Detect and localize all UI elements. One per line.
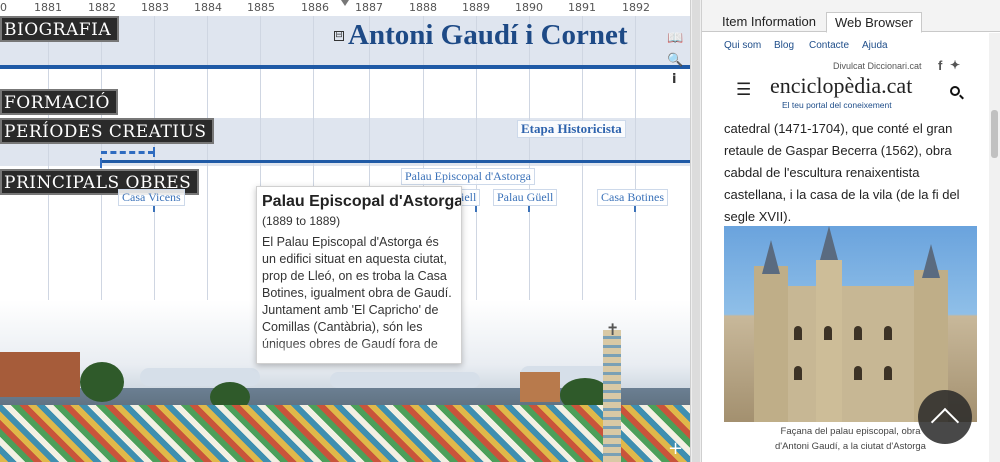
current-date-marker[interactable] xyxy=(341,0,349,6)
ruler-year: 1892 xyxy=(622,1,650,14)
biografia-span-bar xyxy=(0,65,690,69)
work-casa-botines[interactable]: Casa Botines xyxy=(597,189,668,206)
ruler-year: 1891 xyxy=(568,1,596,14)
article-line: castellana, i la casa de la vila (de la … xyxy=(724,187,960,202)
info-icon[interactable]: i xyxy=(672,72,676,87)
ruler-year: 1886 xyxy=(301,1,329,14)
work-palau-guell[interactable]: Palau Güell xyxy=(493,189,558,206)
article-text: catedral (1471-1704), que conté el gran … xyxy=(724,118,986,228)
castle-spire xyxy=(820,226,838,260)
castle-tower xyxy=(816,260,842,422)
castle-window xyxy=(854,326,862,340)
search-icon[interactable] xyxy=(950,86,960,96)
castle-tower xyxy=(754,266,788,422)
mosaic-tower xyxy=(603,330,621,462)
ruler-year: 0 xyxy=(0,1,7,14)
book-icon[interactable]: 📖 xyxy=(667,31,683,46)
event-popup[interactable]: Palau Episcopal d'Astorga (1889 to 1889)… xyxy=(256,186,462,364)
gridline xyxy=(207,16,208,336)
ruler-year: 1889 xyxy=(462,1,490,14)
panorama-mosaic xyxy=(0,405,690,462)
site-logo[interactable]: enciclopèdia.cat xyxy=(770,73,912,99)
ruler-year: 1887 xyxy=(355,1,383,14)
cloud xyxy=(140,368,260,386)
timeline-scrollbar[interactable] xyxy=(692,0,700,462)
timeline-view[interactable]: 0 1881 1882 1883 1884 1885 1886 1887 188… xyxy=(0,0,690,462)
work-casa-vicens[interactable]: Casa Vicens xyxy=(118,189,185,206)
castle-window xyxy=(884,326,892,340)
search-icon[interactable]: 🔍 xyxy=(667,53,683,68)
work-stem xyxy=(153,206,155,212)
ruler-year: 1883 xyxy=(141,1,169,14)
nav-link-blog[interactable]: Blog xyxy=(774,40,794,51)
article-line: retaule de Gaspar Becerra (1562), obra xyxy=(724,143,952,158)
year-ruler[interactable]: 0 1881 1882 1883 1884 1885 1886 1887 188… xyxy=(0,0,690,16)
work-stem xyxy=(475,206,477,212)
tab-item-information[interactable]: Item Information xyxy=(714,12,824,33)
article-line: cabdal de l'escultura renaixentista xyxy=(724,165,920,180)
site-tagline: El teu portal del coneixement xyxy=(782,100,892,110)
timeline-title: Antoni Gaudí i Cornet xyxy=(348,19,628,51)
ruler-year: 1888 xyxy=(409,1,437,14)
section-label-periodes[interactable]: PERÍODES CREATIUS xyxy=(0,118,215,144)
ruler-year: 1890 xyxy=(515,1,543,14)
period-tick xyxy=(100,158,102,168)
nav-link-ajuda[interactable]: Ajuda xyxy=(862,40,888,51)
period-dashed-bar xyxy=(101,151,154,154)
cross-icon: ✝ xyxy=(606,320,620,339)
castle-spire xyxy=(922,244,940,278)
browser-scrollbar-thumb[interactable] xyxy=(991,110,998,158)
popup-fade xyxy=(257,341,461,363)
ruler-year: 1882 xyxy=(88,1,116,14)
panel-tabs: Item Information Web Browser xyxy=(702,0,1000,33)
castle-window xyxy=(854,366,862,380)
nav-link-contacte[interactable]: Contacte xyxy=(809,40,849,51)
section-label-biografia[interactable]: BIOGRAFIA xyxy=(0,16,120,42)
popup-title: Palau Episcopal d'Astorga xyxy=(262,193,462,210)
period-etapa-historicista[interactable]: Etapa Historicista xyxy=(517,120,626,138)
popup-dates: (1889 to 1889) xyxy=(262,214,341,228)
period-tick xyxy=(153,147,155,157)
article-line: catedral (1471-1704), que conté el gran xyxy=(724,121,953,136)
castle-window xyxy=(794,366,802,380)
castle-window xyxy=(824,326,832,340)
building xyxy=(0,352,80,397)
side-panel: Item Information Web Browser Qui som Blo… xyxy=(702,0,1000,462)
facebook-icon[interactable]: f xyxy=(938,58,942,73)
browser-scrollbar[interactable] xyxy=(989,33,1000,462)
app-window: 0 1881 1882 1883 1884 1885 1886 1887 188… xyxy=(0,0,1000,462)
work-stem xyxy=(528,206,530,212)
popup-description: El Palau Episcopal d'Astorga és un edifi… xyxy=(262,235,452,351)
work-palau-episcopal-astorga[interactable]: Palau Episcopal d'Astorga xyxy=(401,168,535,185)
menu-icon[interactable]: ☰ xyxy=(736,80,751,100)
tab-web-browser[interactable]: Web Browser xyxy=(826,12,922,33)
top-links[interactable]: Divulcat Diccionari.cat xyxy=(833,61,922,71)
site-nav: Qui som Blog Contacte Ajuda xyxy=(702,33,1000,57)
work-stem xyxy=(634,206,636,212)
castle-window xyxy=(884,366,892,380)
ruler-year: 1884 xyxy=(194,1,222,14)
plus-icon[interactable]: + xyxy=(668,438,683,459)
building xyxy=(520,372,560,402)
castle-window xyxy=(794,326,802,340)
article-line: segle XVII). xyxy=(724,209,792,224)
collapse-icon[interactable]: ⊟ xyxy=(334,31,344,41)
scroll-to-top-button[interactable] xyxy=(918,390,972,444)
ruler-year: 1881 xyxy=(34,1,62,14)
castle-spire xyxy=(762,240,780,274)
twitter-icon[interactable]: ✦ xyxy=(950,58,960,72)
section-label-formacio[interactable]: FORMACIÓ xyxy=(0,89,118,115)
nav-link-qui-som[interactable]: Qui som xyxy=(724,40,761,51)
gridline xyxy=(582,16,583,336)
gridline xyxy=(635,16,636,336)
cloud xyxy=(330,372,480,388)
ruler-year: 1885 xyxy=(247,1,275,14)
tree xyxy=(80,362,124,402)
periodes-span-bar xyxy=(100,160,690,163)
